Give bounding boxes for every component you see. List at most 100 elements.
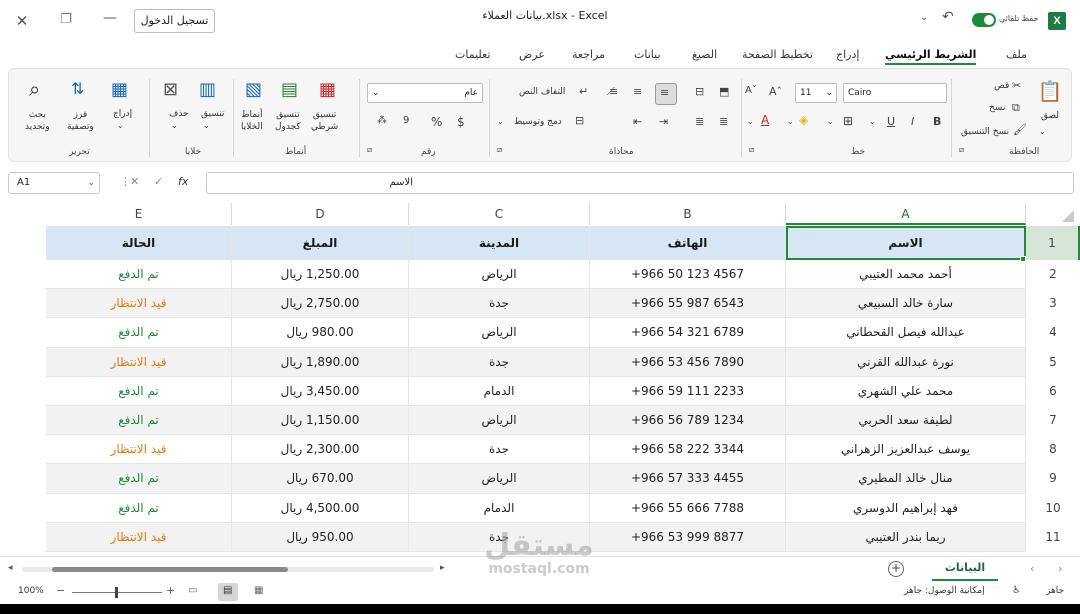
table-cell[interactable]: الدمام xyxy=(409,376,590,406)
column-header-b[interactable]: B xyxy=(590,203,786,225)
row-header-6[interactable]: 6 xyxy=(1026,377,1080,406)
row-header-4[interactable]: 4 xyxy=(1026,318,1080,347)
table-cell[interactable]: +966 53 456 7890 xyxy=(590,347,786,377)
tab-data[interactable]: بيانات xyxy=(634,48,661,61)
currency-button[interactable]: $ xyxy=(457,115,465,129)
table-cell[interactable]: +966 53 999 8877 xyxy=(590,522,786,552)
table-cell[interactable]: +966 59 111 2233 xyxy=(590,376,786,406)
table-cell[interactable]: +966 56 789 1234 xyxy=(590,406,786,436)
table-cell[interactable]: لطيفة سعد الحربي xyxy=(786,406,1026,436)
table-cell[interactable]: يوسف عبدالعزيز الزهراني xyxy=(786,435,1026,465)
row-header-1[interactable]: 1 xyxy=(1026,226,1080,260)
row-header-3[interactable]: 3 xyxy=(1026,289,1080,318)
table-cell[interactable]: أحمد محمد العتيبي xyxy=(786,260,1026,290)
zoom-level[interactable]: 100% xyxy=(18,586,44,596)
restore-icon[interactable]: ❐ xyxy=(56,12,76,30)
row-header-10[interactable]: 10 xyxy=(1026,494,1080,523)
table-cell[interactable]: 2,750.00 ريال xyxy=(232,289,409,319)
table-cell[interactable]: عبدالله فيصل القحطاني xyxy=(786,318,1026,348)
table-cell[interactable]: +966 54 321 6789 xyxy=(590,318,786,348)
cell-styles-button[interactable]: أنماط الخلايا xyxy=(241,109,263,133)
orientation-icon[interactable]: ⟋ xyxy=(607,85,615,99)
customize-chevron-icon[interactable]: ⌄ xyxy=(920,12,928,23)
row-header-7[interactable]: 7 xyxy=(1026,406,1080,435)
wrap-text-icon[interactable]: ↵ xyxy=(579,85,588,98)
format-painter-button[interactable]: نسخ التنسيق xyxy=(961,127,1009,137)
table-cell[interactable]: +966 57 333 4455 xyxy=(590,464,786,494)
fill-color-icon[interactable]: ◈ xyxy=(799,113,808,127)
header-cell[interactable]: الاسم xyxy=(786,226,1026,260)
underline-button[interactable]: U xyxy=(887,115,895,128)
column-header-c[interactable]: C xyxy=(409,203,590,225)
tab-formulas[interactable]: الصيغ xyxy=(692,48,717,61)
table-cell[interactable]: 1,150.00 ريال xyxy=(232,406,409,436)
row-header-11[interactable]: 11 xyxy=(1026,523,1080,552)
copy-icon[interactable]: ⧉ xyxy=(1012,101,1020,115)
table-cell[interactable]: 3,450.00 ريال xyxy=(232,376,409,406)
scroll-right-icon[interactable]: ▸ xyxy=(440,563,445,573)
conditional-format-button[interactable]: تنسيق شرطي xyxy=(311,109,338,133)
status-badge[interactable]: قيد الانتظار xyxy=(46,289,232,319)
italic-button[interactable]: I xyxy=(911,115,914,128)
scroll-left-icon[interactable]: ◂ xyxy=(8,563,13,573)
table-cell[interactable]: 2,300.00 ريال xyxy=(232,435,409,465)
insert-function-button[interactable]: fx xyxy=(178,175,188,188)
delete-cells-chevron-icon[interactable]: ⌄ xyxy=(171,121,178,130)
outdent-icon[interactable]: ⇤ xyxy=(633,115,642,128)
font-size-field[interactable]: 11 ⌄ xyxy=(795,83,837,103)
table-cell[interactable]: جدة xyxy=(409,347,590,377)
merge-center-button[interactable]: دمج وتوسيط xyxy=(514,117,562,127)
minimize-icon[interactable]: — xyxy=(100,10,120,28)
search-icon[interactable]: ⌕ xyxy=(29,77,40,101)
format-cells-icon[interactable]: ▥ xyxy=(199,79,216,100)
fill-handle[interactable] xyxy=(1020,256,1026,262)
table-cell[interactable]: نورة عبدالله القرني xyxy=(786,347,1026,377)
name-box-chevron-icon[interactable]: ⌄ xyxy=(87,173,95,193)
table-cell[interactable]: منال خالد المطيري xyxy=(786,464,1026,494)
number-launcher-icon[interactable]: ⧄ xyxy=(367,145,372,155)
column-header-a[interactable]: A xyxy=(786,203,1026,225)
insert-cells-button[interactable]: إدراج xyxy=(113,109,132,119)
merge-chevron-icon[interactable]: ⌄ xyxy=(497,117,504,126)
insert-cells-chevron-icon[interactable]: ⌄ xyxy=(117,121,124,130)
indent-icon[interactable]: ⇥ xyxy=(659,115,668,128)
table-cell[interactable]: الرياض xyxy=(409,406,590,436)
align-right-icon[interactable]: ≡ xyxy=(633,85,642,98)
add-sheet-button[interactable]: + xyxy=(888,561,904,577)
sheet-next-icon[interactable]: › xyxy=(1058,562,1062,575)
font-launcher-icon[interactable]: ⧄ xyxy=(749,145,754,155)
accessibility-status[interactable]: إمكانية الوصول: جاهز xyxy=(904,586,985,596)
decimal-icon[interactable]: ⁂ xyxy=(377,115,387,126)
tab-view[interactable]: عرض xyxy=(519,48,545,61)
cancel-icon[interactable]: ✕ xyxy=(130,175,139,188)
conditional-format-icon[interactable]: ▦ xyxy=(319,79,336,100)
format-table-button[interactable]: تنسيق كجدول xyxy=(275,109,301,133)
header-cell[interactable]: المدينة xyxy=(409,226,590,260)
increase-font-icon[interactable]: Aˆ xyxy=(769,85,782,98)
scissors-icon[interactable]: ✂ xyxy=(1012,79,1021,92)
paste-chevron-icon[interactable]: ⌄ xyxy=(1039,127,1046,136)
status-badge[interactable]: تم الدفع xyxy=(46,376,232,406)
bold-button[interactable]: B xyxy=(933,115,941,128)
header-cell[interactable]: الهاتف xyxy=(590,226,786,260)
tab-home[interactable]: الشريط الرئيسي xyxy=(885,48,977,65)
align-middle-icon[interactable]: ⊟ xyxy=(695,85,704,98)
percent-button[interactable]: % xyxy=(431,115,442,129)
table-cell[interactable]: 1,890.00 ريال xyxy=(232,347,409,377)
table-cell[interactable]: الدمام xyxy=(409,493,590,523)
enter-icon[interactable]: ✓ xyxy=(154,175,163,188)
cell-styles-icon[interactable]: ▧ xyxy=(245,79,262,100)
table-cell[interactable]: 980.00 ريال xyxy=(232,318,409,348)
align-right-text-icon[interactable]: ≣ xyxy=(719,115,728,128)
login-button[interactable]: تسجيل الدخول xyxy=(134,9,215,33)
table-cell[interactable]: فهد إبراهيم الدوسري xyxy=(786,493,1026,523)
fill-chevron-icon[interactable]: ⌄ xyxy=(787,117,794,126)
table-cell[interactable]: 4,500.00 ريال xyxy=(232,493,409,523)
sheet-tab-data[interactable]: البيانات xyxy=(932,557,998,581)
column-header-d[interactable]: D xyxy=(232,203,409,225)
close-icon[interactable]: ✕ xyxy=(12,12,32,30)
table-cell[interactable]: 670.00 ريال xyxy=(232,464,409,494)
zoom-out-icon[interactable]: − xyxy=(56,584,65,597)
status-badge[interactable]: تم الدفع xyxy=(46,493,232,523)
row-header-5[interactable]: 5 xyxy=(1026,348,1080,377)
